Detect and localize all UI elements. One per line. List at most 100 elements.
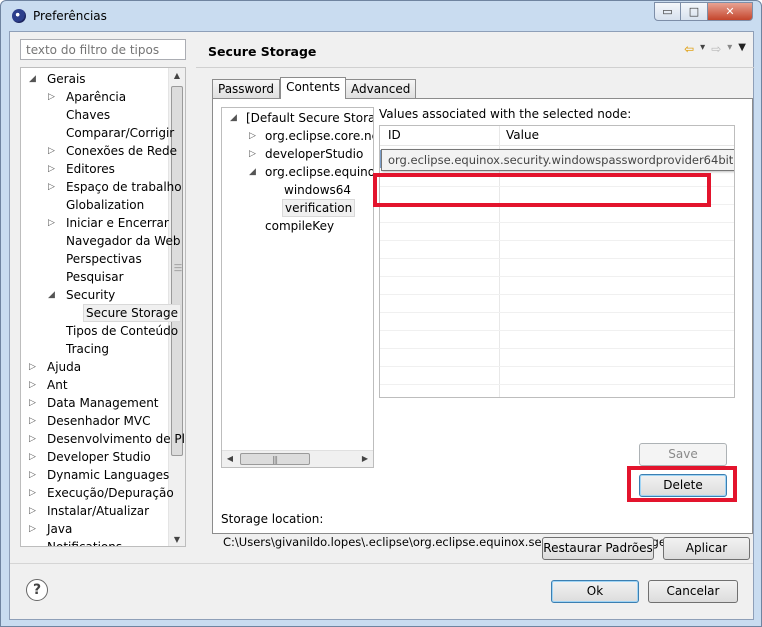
tree-item-label: Globalization bbox=[66, 198, 145, 212]
secure-storage-node-tree: ◀ ||| ▶ ◢ [Default Secure Storage] ▷ org.ec… bbox=[221, 107, 374, 468]
table-row bbox=[380, 367, 734, 385]
minimize-button[interactable]: ▭ bbox=[654, 2, 681, 21]
back-arrow-icon[interactable]: ⇦ bbox=[684, 42, 694, 56]
ok-button[interactable]: Ok bbox=[551, 580, 639, 603]
collapsed-arrow-icon[interactable]: ▷ bbox=[29, 412, 39, 430]
preferences-tree: ▲ — — — ▼ ◢ Gerais ▷ Aparência Chaves Comparar/… bbox=[20, 67, 186, 547]
eclipse-icon bbox=[12, 9, 26, 23]
expanded-arrow-icon[interactable]: ◢ bbox=[48, 286, 58, 304]
tree-item-label: Chaves bbox=[66, 108, 111, 122]
scrollbar-grip-icon: ||| bbox=[272, 455, 278, 464]
collapsed-arrow-icon[interactable]: ▷ bbox=[48, 160, 58, 178]
scroll-up-icon[interactable]: ▲ bbox=[169, 68, 185, 84]
highlight-box-delete bbox=[627, 466, 737, 502]
cancel-button[interactable]: Cancelar bbox=[648, 580, 738, 603]
maximize-button[interactable]: □ bbox=[681, 2, 708, 21]
preference-page: Secure Storage ⇦ ▾ ⇨ ▾ ▼ Password Conten… bbox=[196, 32, 754, 560]
tab-contents[interactable]: Contents bbox=[280, 77, 347, 99]
collapsed-arrow-icon[interactable]: ▷ bbox=[29, 358, 39, 376]
tab-password[interactable]: Password bbox=[212, 79, 281, 99]
tree-item-label: Espaço de trabalho bbox=[66, 180, 182, 194]
minimize-icon: ▭ bbox=[662, 5, 673, 18]
collapsed-arrow-icon[interactable]: ▷ bbox=[249, 145, 259, 163]
tree-item-label: Gerais bbox=[47, 72, 86, 86]
tree-item-label: Notifications bbox=[47, 540, 123, 547]
tree-item-label: Comparar/Corrigir bbox=[66, 126, 175, 140]
save-button[interactable]: Save bbox=[639, 443, 727, 466]
values-table-header: ID Value bbox=[380, 126, 734, 146]
collapsed-arrow-icon[interactable]: ▷ bbox=[29, 520, 39, 538]
node-item-label: windows64 bbox=[284, 183, 352, 197]
column-header-id[interactable]: ID bbox=[388, 128, 401, 142]
help-icon[interactable]: ? bbox=[26, 579, 48, 601]
tree-item-label: Security bbox=[66, 288, 116, 302]
forward-dropdown-icon[interactable]: ▾ bbox=[727, 42, 732, 56]
tree-item-label: Pesquisar bbox=[66, 270, 124, 284]
tree-item-label: Tipos de Conteúdo bbox=[66, 324, 179, 338]
forward-arrow-icon[interactable]: ⇨ bbox=[711, 42, 721, 56]
expanded-arrow-icon[interactable]: ◢ bbox=[29, 70, 39, 88]
back-dropdown-icon[interactable]: ▾ bbox=[700, 42, 705, 56]
preferences-window: Preferências ▭ □ ✕ ▲ ——— ▼ ◢ Gerais ▷ Aparê… bbox=[0, 0, 762, 627]
node-item-label: compileKey bbox=[265, 219, 335, 233]
tree-item-label: Iniciar e Encerrar bbox=[66, 216, 169, 230]
table-row bbox=[380, 295, 734, 313]
contents-tab-panel: ◀ ||| ▶ ◢ [Default Secure Storage] ▷ org.ec… bbox=[212, 98, 753, 549]
tree-item-label: Data Management bbox=[47, 396, 159, 410]
table-row bbox=[380, 259, 734, 277]
collapsed-arrow-icon[interactable]: ▷ bbox=[29, 448, 39, 466]
collapsed-arrow-icon[interactable]: ▷ bbox=[48, 88, 58, 106]
storage-location-label: Storage location: bbox=[221, 512, 324, 526]
scroll-left-icon[interactable]: ◀ bbox=[222, 451, 238, 467]
tree-item-label: Execução/Depuração bbox=[47, 486, 174, 500]
collapsed-arrow-icon[interactable]: ▷ bbox=[29, 394, 39, 412]
close-button[interactable]: ✕ bbox=[708, 2, 753, 21]
collapsed-arrow-icon[interactable]: ▷ bbox=[29, 430, 39, 448]
collapsed-arrow-icon[interactable]: ▷ bbox=[249, 127, 259, 145]
collapsed-arrow-icon[interactable]: ▷ bbox=[29, 502, 39, 520]
tree-item-label: Desenhador MVC bbox=[47, 414, 151, 428]
column-header-value[interactable]: Value bbox=[506, 128, 539, 142]
tree-item-label: Navegador da Web bbox=[66, 234, 181, 248]
scroll-down-icon[interactable]: ▼ bbox=[169, 532, 185, 546]
expanded-arrow-icon[interactable]: ◢ bbox=[249, 163, 259, 181]
node-item-label: org.eclipse.equinox. bbox=[265, 165, 374, 179]
window-title: Preferências bbox=[33, 9, 107, 23]
tree-item-label: Aparência bbox=[66, 90, 127, 104]
collapsed-arrow-icon[interactable]: ▷ bbox=[48, 214, 58, 232]
collapsed-arrow-icon[interactable]: ▷ bbox=[29, 376, 39, 394]
scrollbar-grip-icon: — — — bbox=[174, 260, 182, 275]
filter-input[interactable] bbox=[20, 39, 186, 60]
table-row bbox=[380, 241, 734, 259]
node-item-label: developerStudio bbox=[265, 147, 364, 161]
tab-bar: Password Contents Advanced bbox=[212, 77, 417, 99]
collapsed-arrow-icon[interactable]: ▷ bbox=[29, 484, 39, 502]
values-table: ID Value org.eclipse.equinox.security.wi… bbox=[379, 125, 735, 398]
collapsed-arrow-icon[interactable]: ▷ bbox=[48, 142, 58, 160]
tree-item-label: Secure Storage bbox=[83, 304, 182, 322]
tree-item-label: Editores bbox=[66, 162, 115, 176]
title-bar: Preferências ▭ □ ✕ bbox=[1, 1, 761, 31]
node-item-label: [Default Secure Storage] bbox=[246, 111, 373, 125]
values-label: Values associated with the selected node… bbox=[379, 107, 632, 121]
restore-defaults-button[interactable]: Restaurar Padrões bbox=[542, 537, 654, 560]
table-row bbox=[380, 223, 734, 241]
node-tree-horizontal-scrollbar[interactable]: ◀ ||| ▶ bbox=[222, 450, 373, 467]
tab-advanced[interactable]: Advanced bbox=[346, 79, 417, 99]
caption-buttons: ▭ □ ✕ bbox=[654, 2, 753, 21]
highlight-box-tooltip bbox=[373, 173, 711, 207]
scroll-right-icon[interactable]: ▶ bbox=[357, 451, 373, 467]
expanded-arrow-icon[interactable]: ◢ bbox=[230, 109, 240, 127]
table-row bbox=[380, 313, 734, 331]
page-title: Secure Storage bbox=[208, 44, 317, 59]
view-menu-icon[interactable]: ▼ bbox=[738, 42, 746, 56]
tree-item-label: Ant bbox=[47, 378, 68, 392]
footer-separator bbox=[10, 563, 753, 564]
tree-item-label: Java bbox=[47, 522, 73, 536]
apply-button[interactable]: Aplicar bbox=[663, 537, 750, 560]
table-row bbox=[380, 331, 734, 349]
value-tooltip: org.eclipse.equinox.security.windowspass… bbox=[381, 149, 734, 171]
collapsed-arrow-icon[interactable]: ▷ bbox=[29, 466, 39, 484]
tree-item-label: Conexões de Rede bbox=[66, 144, 178, 158]
collapsed-arrow-icon[interactable]: ▷ bbox=[48, 178, 58, 196]
